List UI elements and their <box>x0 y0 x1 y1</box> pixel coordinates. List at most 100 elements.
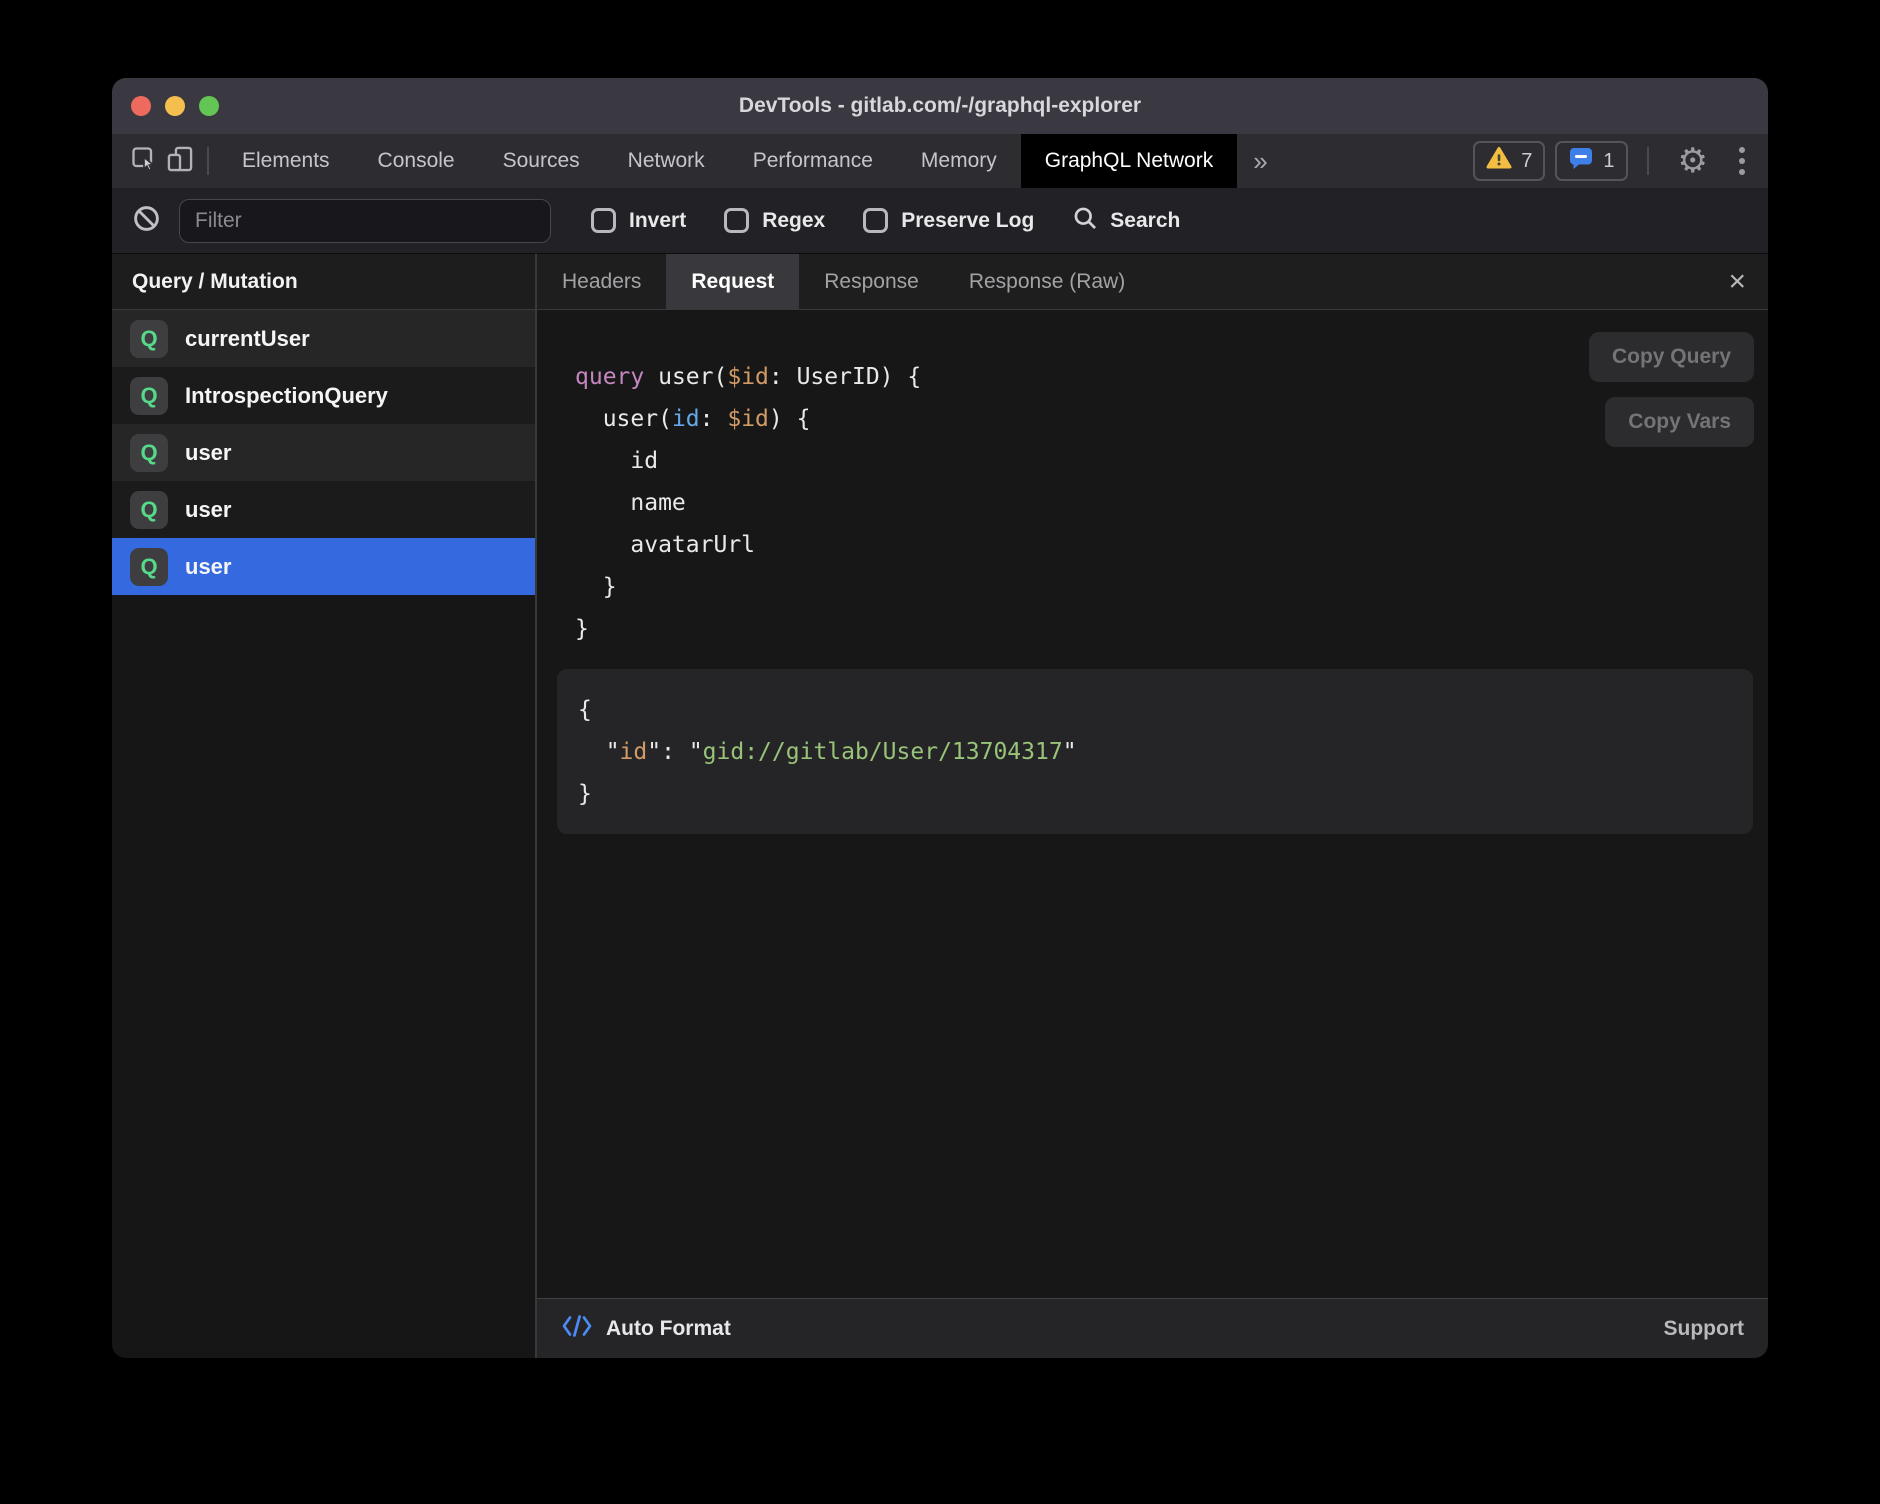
checkbox-label: Regex <box>762 209 825 233</box>
inspect-element-button[interactable] <box>126 143 162 179</box>
code-line: } <box>575 566 921 608</box>
devtools-window: DevTools - gitlab.com/-/graphql-explorer… <box>112 78 1768 1358</box>
code-token: : <box>700 406 728 432</box>
copy-query-button[interactable]: Copy Query <box>1589 332 1754 382</box>
search-toggle[interactable]: Search <box>1072 205 1180 237</box>
code-token: user( <box>575 406 672 432</box>
minimize-window-button[interactable] <box>165 96 185 116</box>
tab-headers[interactable]: Headers <box>537 254 666 309</box>
checkbox-label: Preserve Log <box>901 209 1034 233</box>
devtools-tabs: ElementsConsoleSourcesNetworkPerformance… <box>218 134 1237 188</box>
query-type-badge: Q <box>130 491 168 529</box>
issues-count: 1 <box>1603 150 1614 173</box>
code-line: query user($id: UserID) { <box>575 356 921 398</box>
warning-count: 7 <box>1521 150 1532 173</box>
code-token: } <box>578 781 592 807</box>
query-type-badge: Q <box>130 434 168 472</box>
code-line: user(id: $id) { <box>575 398 921 440</box>
variables-box: { "id": "gid://gitlab/User/13704317"} <box>557 669 1753 834</box>
code-token: user( <box>644 364 727 390</box>
checkbox-box[interactable] <box>591 208 616 233</box>
code-line: "id": "gid://gitlab/User/13704317" <box>578 731 1753 773</box>
filter-input[interactable] <box>179 199 551 243</box>
code-token: $id <box>727 364 769 390</box>
auto-format-button[interactable]: Auto Format <box>561 1313 731 1344</box>
close-window-button[interactable] <box>131 96 151 116</box>
code-line: } <box>578 773 1753 815</box>
code-line: id <box>575 440 921 482</box>
checkbox-box[interactable] <box>724 208 749 233</box>
search-label: Search <box>1110 209 1180 233</box>
query-list-item[interactable]: Quser <box>112 538 535 595</box>
titlebar: DevTools - gitlab.com/-/graphql-explorer <box>112 78 1768 134</box>
tab-sources[interactable]: Sources <box>479 134 604 188</box>
search-icon <box>1072 205 1099 237</box>
detail-tabs: HeadersRequestResponseResponse (Raw) <box>537 254 1150 309</box>
main-split: Query / Mutation QcurrentUserQIntrospect… <box>112 254 1768 1358</box>
tab-console[interactable]: Console <box>354 134 479 188</box>
code-line: { <box>578 689 1753 731</box>
query-list-item[interactable]: QcurrentUser <box>112 310 535 367</box>
zoom-window-button[interactable] <box>199 96 219 116</box>
invert-checkbox[interactable]: Invert <box>591 208 686 233</box>
code-token: } <box>575 574 617 600</box>
filter-toolbar: Invert Regex Preserve Log Search <box>112 188 1768 254</box>
block-button[interactable] <box>128 203 164 239</box>
block-icon <box>132 204 161 238</box>
tab-network[interactable]: Network <box>604 134 729 188</box>
code-line: name <box>575 482 921 524</box>
query-type-badge: Q <box>130 548 168 586</box>
code-line: } <box>575 608 921 650</box>
window-title: DevTools - gitlab.com/-/graphql-explorer <box>739 94 1141 118</box>
tab-memory[interactable]: Memory <box>897 134 1021 188</box>
kebab-menu-icon[interactable] <box>1728 144 1756 178</box>
query-list-item-label: user <box>185 497 231 523</box>
device-toolbar-button[interactable] <box>162 143 198 179</box>
code-token: } <box>575 616 589 642</box>
tab-elements[interactable]: Elements <box>218 134 354 188</box>
device-toolbar-icon <box>166 145 194 178</box>
toolbar-right: 7 1 ⚙ <box>1473 141 1756 181</box>
inspect-icon <box>130 145 158 178</box>
traffic-lights <box>131 78 219 134</box>
code-token: id <box>575 448 658 474</box>
code-token: " <box>689 739 703 765</box>
query-list-item[interactable]: Quser <box>112 424 535 481</box>
code-token: { <box>578 697 592 723</box>
code-token: " <box>578 739 620 765</box>
issues-badge[interactable]: 1 <box>1555 141 1627 181</box>
filter-options: Invert Regex Preserve Log <box>591 208 1034 233</box>
regex-checkbox[interactable]: Regex <box>724 208 825 233</box>
query-type-badge: Q <box>130 320 168 358</box>
more-tabs-button[interactable]: » <box>1237 146 1283 177</box>
detail-footer: Auto Format Support <box>537 1298 1768 1358</box>
tab-graphql-network[interactable]: GraphQL Network <box>1021 134 1237 188</box>
main-tabbar: ElementsConsoleSourcesNetworkPerformance… <box>112 134 1768 188</box>
detail-tabbar: HeadersRequestResponseResponse (Raw) × <box>537 254 1768 310</box>
code-token: gid://gitlab/User/13704317 <box>703 739 1063 765</box>
query-list-item-label: user <box>185 440 231 466</box>
preserve-log-checkbox[interactable]: Preserve Log <box>863 208 1034 233</box>
code-token: : UserID) { <box>769 364 921 390</box>
tab-response[interactable]: Response <box>799 254 944 309</box>
graphql-query-code: query user($id: UserID) { user(id: $id) … <box>575 356 921 650</box>
query-sidebar: Query / Mutation QcurrentUserQIntrospect… <box>112 254 537 1358</box>
code-token: : <box>661 739 689 765</box>
code-token: id <box>620 739 648 765</box>
tab-request[interactable]: Request <box>666 254 799 309</box>
query-list-item-label: IntrospectionQuery <box>185 383 388 409</box>
tab-response-raw[interactable]: Response (Raw) <box>944 254 1150 309</box>
query-list-item-label: currentUser <box>185 326 310 352</box>
code-token: " <box>647 739 661 765</box>
tab-performance[interactable]: Performance <box>729 134 897 188</box>
checkbox-box[interactable] <box>863 208 888 233</box>
close-icon[interactable]: × <box>1728 267 1746 297</box>
copy-vars-button[interactable]: Copy Vars <box>1605 397 1754 447</box>
settings-gear-icon[interactable]: ⚙ <box>1668 144 1718 178</box>
query-list-item[interactable]: Quser <box>112 481 535 538</box>
auto-format-label: Auto Format <box>606 1317 731 1341</box>
query-list-item[interactable]: QIntrospectionQuery <box>112 367 535 424</box>
warnings-badge[interactable]: 7 <box>1473 141 1545 181</box>
support-link[interactable]: Support <box>1664 1317 1744 1341</box>
request-view: query user($id: UserID) { user(id: $id) … <box>537 310 1768 1298</box>
